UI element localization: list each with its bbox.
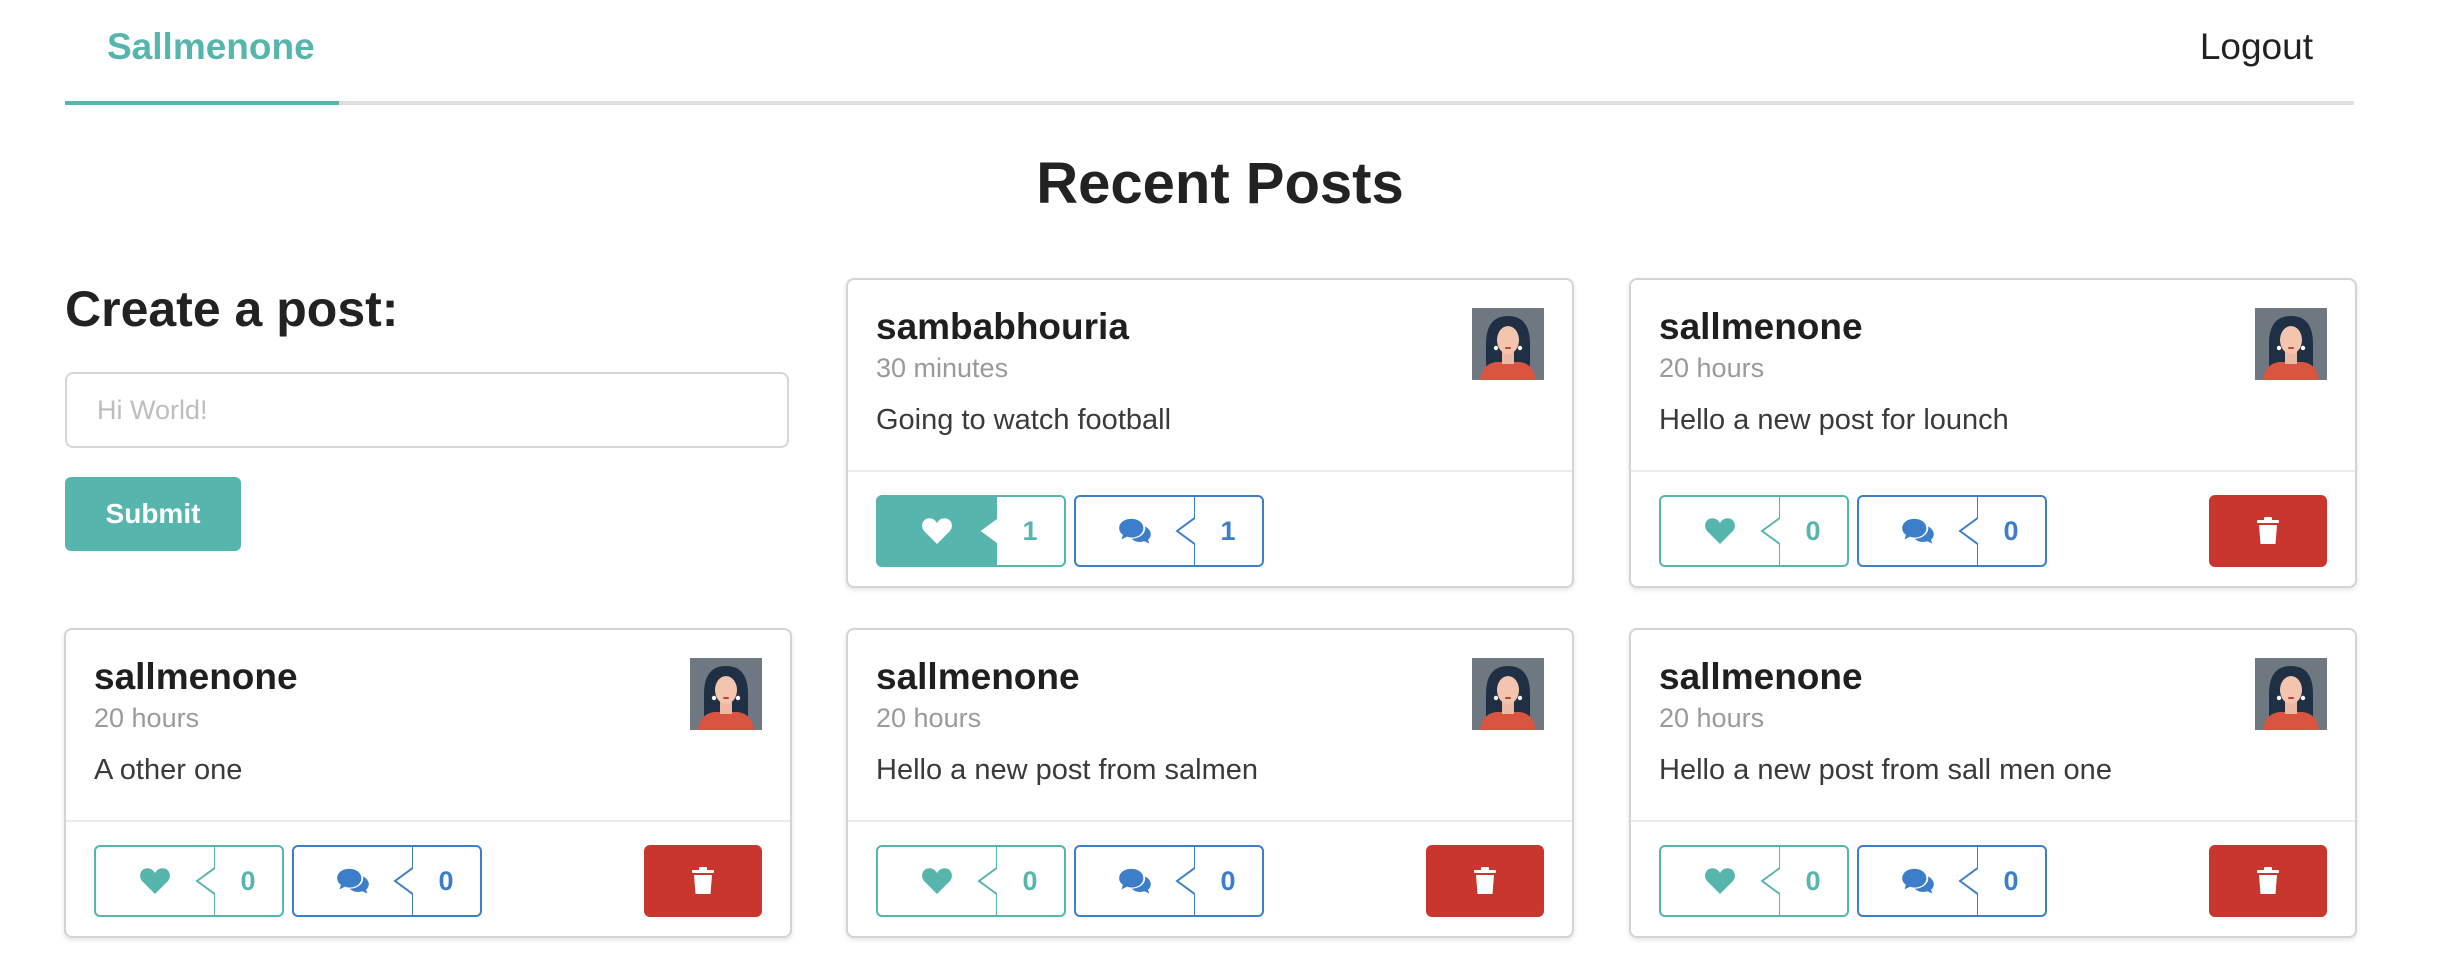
comments-icon bbox=[1901, 518, 1935, 544]
like-button[interactable]: 0 bbox=[94, 845, 284, 917]
post-time[interactable]: 20 hours bbox=[1659, 703, 1764, 734]
delete-button[interactable] bbox=[1426, 845, 1544, 917]
label-notch bbox=[977, 497, 997, 565]
page-title: Recent Posts bbox=[1036, 151, 1404, 216]
comments-icon bbox=[1118, 868, 1152, 894]
post-username[interactable]: sallmenone bbox=[94, 656, 298, 698]
avatar bbox=[1472, 658, 1544, 730]
card-divider bbox=[848, 820, 1572, 822]
like-count: 1 bbox=[996, 497, 1064, 565]
like-button[interactable]: 0 bbox=[1659, 845, 1849, 917]
heart-icon bbox=[1704, 867, 1736, 895]
post-body: A other one bbox=[94, 754, 243, 786]
label-notch bbox=[195, 847, 215, 915]
card-divider bbox=[1631, 820, 2355, 822]
trash-icon bbox=[2256, 867, 2280, 895]
post-username[interactable]: sallmenone bbox=[1659, 306, 1863, 348]
comment-button[interactable]: 0 bbox=[1857, 845, 2047, 917]
comment-count: 0 bbox=[2003, 515, 2019, 546]
comment-count: 0 bbox=[2003, 865, 2019, 896]
post-time[interactable]: 30 minutes bbox=[876, 353, 1008, 384]
delete-button[interactable] bbox=[644, 845, 762, 917]
comment-button[interactable]: 0 bbox=[1857, 495, 2047, 567]
avatar bbox=[2255, 658, 2327, 730]
comment-button[interactable]: 0 bbox=[292, 845, 482, 917]
post-username[interactable]: sallmenone bbox=[1659, 656, 1863, 698]
post-body-input[interactable] bbox=[65, 372, 789, 448]
heart-icon bbox=[1704, 517, 1736, 545]
comment-count: 0 bbox=[1220, 865, 1236, 896]
post-card: sallmenone 20 hours Hello a new post for… bbox=[1629, 278, 2357, 588]
comment-count: 0 bbox=[438, 865, 454, 896]
post-card: sambabhouria 30 minutes Going to watch f… bbox=[846, 278, 1574, 588]
comments-icon bbox=[1118, 518, 1152, 544]
label-notch bbox=[1175, 847, 1195, 915]
like-count: 0 bbox=[1805, 515, 1821, 546]
trash-icon bbox=[1473, 867, 1497, 895]
comment-count: 1 bbox=[1220, 515, 1236, 546]
label-notch bbox=[1760, 847, 1780, 915]
label-notch bbox=[393, 847, 413, 915]
nav-home-label: Sallmenone bbox=[107, 26, 315, 67]
post-body: Hello a new post from sall men one bbox=[1659, 754, 2112, 786]
trash-icon bbox=[691, 867, 715, 895]
comment-button[interactable]: 0 bbox=[1074, 845, 1264, 917]
delete-button[interactable] bbox=[2209, 845, 2327, 917]
label-notch bbox=[1760, 497, 1780, 565]
like-button[interactable]: 0 bbox=[1659, 495, 1849, 567]
trash-icon bbox=[2256, 517, 2280, 545]
post-card: sallmenone 20 hours A other one 0 0 bbox=[64, 628, 792, 938]
nav-home-item[interactable]: Sallmenone bbox=[65, 0, 339, 105]
card-divider bbox=[66, 820, 790, 822]
top-menu: Sallmenone Logout bbox=[65, 0, 2354, 105]
post-username[interactable]: sambabhouria bbox=[876, 306, 1129, 348]
card-divider bbox=[1631, 470, 2355, 472]
label-notch bbox=[977, 847, 997, 915]
post-time[interactable]: 20 hours bbox=[94, 703, 199, 734]
like-button[interactable]: 1 bbox=[876, 495, 1066, 567]
avatar bbox=[690, 658, 762, 730]
post-username[interactable]: sallmenone bbox=[876, 656, 1080, 698]
heart-icon bbox=[921, 867, 953, 895]
post-body: Hello a new post for lounch bbox=[1659, 404, 2009, 436]
post-body: Hello a new post from salmen bbox=[876, 754, 1258, 786]
avatar bbox=[2255, 308, 2327, 380]
like-count: 0 bbox=[1022, 865, 1038, 896]
avatar bbox=[1472, 308, 1544, 380]
logout-button[interactable]: Logout bbox=[2200, 26, 2313, 68]
heart-icon bbox=[921, 517, 953, 545]
like-count: 0 bbox=[1805, 865, 1821, 896]
post-time[interactable]: 20 hours bbox=[1659, 353, 1764, 384]
heart-icon bbox=[139, 867, 171, 895]
comment-button[interactable]: 1 bbox=[1074, 495, 1264, 567]
card-divider bbox=[848, 470, 1572, 472]
comments-icon bbox=[1901, 868, 1935, 894]
post-card: sallmenone 20 hours Hello a new post fro… bbox=[1629, 628, 2357, 938]
post-body: Going to watch football bbox=[876, 404, 1172, 436]
label-notch bbox=[1175, 497, 1195, 565]
label-notch bbox=[1958, 497, 1978, 565]
post-time[interactable]: 20 hours bbox=[876, 703, 981, 734]
delete-button[interactable] bbox=[2209, 495, 2327, 567]
label-notch bbox=[1958, 847, 1978, 915]
submit-button[interactable]: Submit bbox=[65, 477, 241, 551]
like-count: 0 bbox=[240, 865, 256, 896]
create-post-title: Create a post: bbox=[65, 281, 399, 337]
comments-icon bbox=[336, 868, 370, 894]
post-card: sallmenone 20 hours Hello a new post fro… bbox=[846, 628, 1574, 938]
like-button[interactable]: 0 bbox=[876, 845, 1066, 917]
